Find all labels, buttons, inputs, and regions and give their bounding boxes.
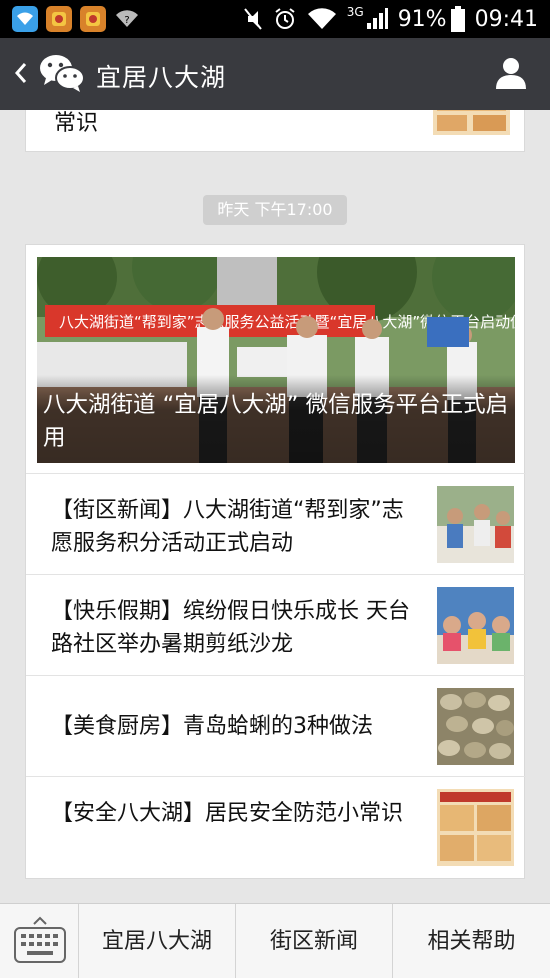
hero-article-title: 八大湖街道 “宜居八大湖” 微信服务平台正式启用 (37, 375, 515, 463)
article-item-title: 【街区新闻】八大湖街道“帮到家”志愿服务积分活动正式启动 (51, 498, 404, 556)
article-item-thumbnail (437, 486, 514, 563)
article-item-thumbnail (437, 587, 514, 664)
mute-icon (243, 8, 262, 30)
previous-article-title-tail: 常识 (54, 111, 99, 136)
keyboard-toggle-button[interactable] (0, 904, 79, 978)
status-indicators: 3G 91% 09:41 (243, 0, 538, 38)
notification-icons: ? (12, 6, 140, 32)
article-item-title: 【快乐假期】缤纷假日快乐成长 天台路社区举办暑期剪纸沙龙 (51, 599, 410, 657)
wifi-app-icon (12, 6, 38, 32)
wifi-question-icon: ? (114, 6, 140, 32)
article-item[interactable]: 【美食厨房】青岛蛤蜊的3种做法 (26, 675, 526, 776)
previous-article-card[interactable]: 常识 (25, 110, 525, 152)
status-bar: ? 3G 91% 09:41 (0, 0, 550, 38)
article-item[interactable]: 【安全八大湖】居民安全防范小常识 (26, 776, 526, 877)
back-chevron-icon[interactable] (14, 60, 28, 86)
article-item-thumbnail (437, 688, 514, 765)
article-item-title: 【安全八大湖】居民安全防范小常识 (51, 801, 404, 826)
clock: 09:41 (474, 6, 538, 32)
svg-text:?: ? (124, 15, 129, 26)
wifi-icon (307, 8, 336, 29)
timestamp-badge: 昨天 下午17:00 (203, 195, 347, 225)
message-feed[interactable]: 常识 昨天 下午17:00 八大湖街道“帮到家”志愿服务公益活动暨“宜居八大湖”… (0, 110, 550, 903)
article-item[interactable]: 【快乐假期】缤纷假日快乐成长 天台路社区举办暑期剪纸沙龙 (26, 574, 526, 675)
article-item[interactable]: 【街区新闻】八大湖街道“帮到家”志愿服务积分活动正式启动 (26, 473, 526, 574)
hero-article[interactable]: 八大湖街道“帮到家”志愿服务公益活动暨“宜居八大湖”微信平台启动仪式 八大湖街道… (37, 257, 515, 463)
previous-article-thumbnail (433, 110, 510, 135)
battery-percent: 91% (397, 6, 447, 32)
article-item-thumbnail (437, 789, 514, 866)
menu-tab-help[interactable]: 相关帮助 (393, 904, 550, 978)
article-group-card: 八大湖街道“帮到家”志愿服务公益活动暨“宜居八大湖”微信平台启动仪式 八大湖街道… (25, 244, 526, 879)
keyboard-icon (14, 916, 66, 963)
wechat-logo-icon (40, 55, 85, 92)
chat-title: 宜居八大湖 (96, 63, 227, 92)
bottom-menu-bar: 宜居八大湖 街区新闻 相关帮助 (0, 903, 550, 978)
chat-header: 宜居八大湖 (0, 38, 550, 110)
app-notification-icon-2 (80, 6, 106, 32)
article-item-title: 【美食厨房】青岛蛤蜊的3种做法 (51, 714, 373, 739)
network-type: 3G (346, 5, 364, 19)
menu-tab-news[interactable]: 街区新闻 (236, 904, 393, 978)
app-notification-icon (46, 6, 72, 32)
signal-icon (366, 8, 388, 29)
menu-tab-home[interactable]: 宜居八大湖 (79, 904, 236, 978)
battery-icon (450, 6, 465, 32)
profile-icon[interactable] (494, 56, 528, 90)
alarm-icon (275, 8, 295, 29)
